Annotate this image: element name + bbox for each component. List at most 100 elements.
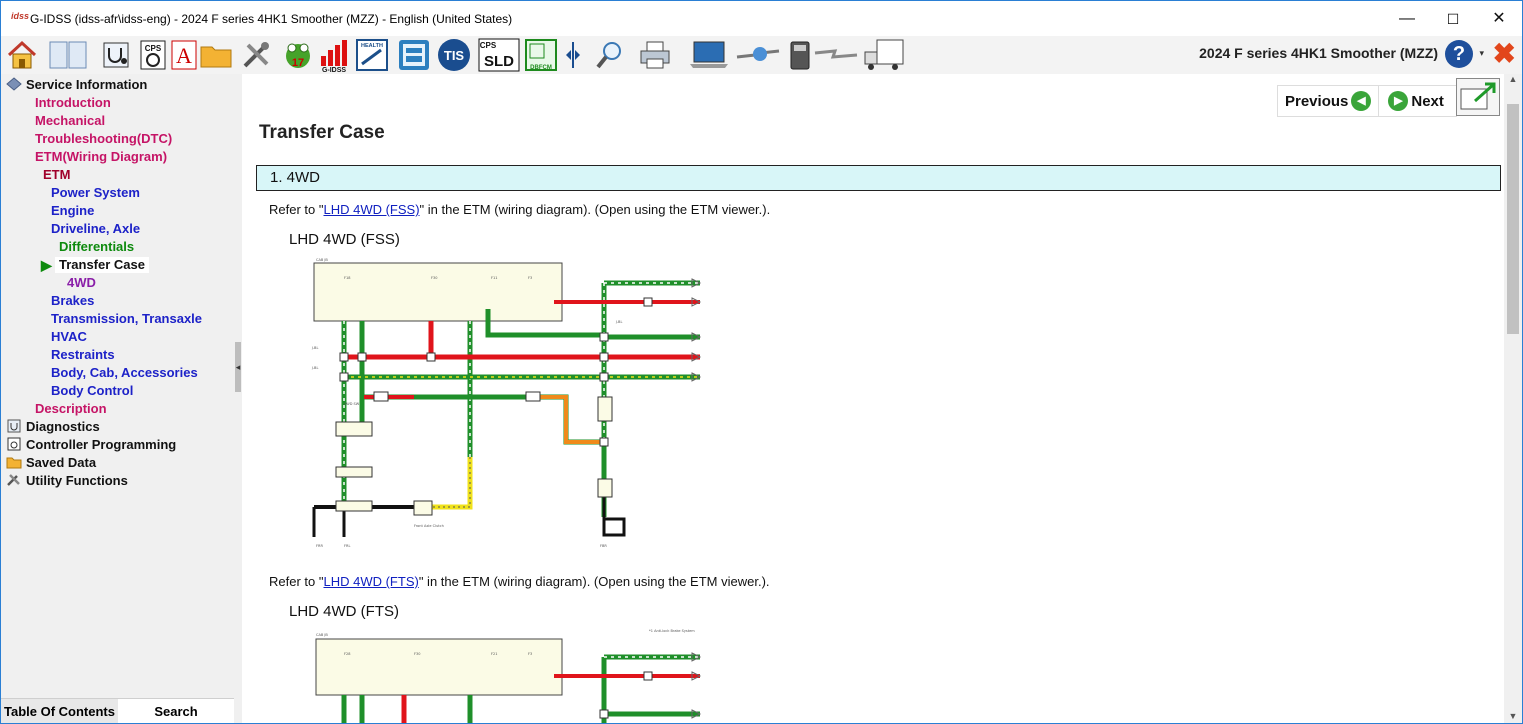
tree-item-transfer-case[interactable]: Transfer Case bbox=[55, 257, 149, 273]
title-bar: idss G-IDSS (idss-afr\idss-eng) - 2024 F… bbox=[1, 1, 1522, 36]
svg-text:CPS: CPS bbox=[145, 44, 162, 53]
window-close-button[interactable]: ✕ bbox=[1476, 5, 1522, 33]
magnifier-icon[interactable] bbox=[593, 38, 627, 72]
tree-item-4wd[interactable]: 4WD bbox=[67, 275, 96, 291]
wrench-icon bbox=[7, 474, 20, 486]
tree-item-transmission-transaxle[interactable]: Transmission, Transaxle bbox=[51, 311, 202, 327]
book-icon[interactable] bbox=[47, 38, 89, 72]
tree-item-controller-programming[interactable]: Controller Programming bbox=[6, 437, 176, 453]
collapse-sidebar-icon[interactable]: ◂ bbox=[235, 342, 241, 392]
open-external-icon bbox=[1460, 82, 1496, 110]
pane-splitter[interactable]: ◂ bbox=[234, 74, 242, 723]
reference-text-2: Refer to "LHD 4WD (FTS)" in the ETM (wir… bbox=[269, 574, 770, 589]
lightning-icon[interactable] bbox=[813, 38, 859, 72]
tools-icon[interactable] bbox=[239, 38, 273, 72]
wiring-diagram-fss[interactable]: CAB JB*1 Market/model specific F18F30F11… bbox=[304, 257, 704, 552]
truck-icon[interactable] bbox=[863, 38, 905, 72]
tree-item-mechanical[interactable]: Mechanical bbox=[35, 113, 105, 129]
laptop-icon[interactable] bbox=[687, 38, 731, 72]
svg-text:J-BL: J-BL bbox=[311, 366, 318, 370]
cps-sld-icon[interactable]: CPS SLD bbox=[478, 38, 520, 72]
arrow-left-icon: ◀ bbox=[1351, 91, 1372, 111]
dbfcm-icon[interactable]: DBFCM bbox=[524, 38, 558, 72]
svg-text:FRR: FRR bbox=[316, 544, 323, 548]
scroll-up-icon[interactable]: ▲ bbox=[1504, 74, 1522, 88]
window-title: G-IDSS (idss-afr\idss-eng) - 2024 F seri… bbox=[30, 12, 513, 26]
svg-text:F28: F28 bbox=[344, 652, 350, 656]
svg-text:TIS: TIS bbox=[444, 48, 465, 63]
open-external-button[interactable] bbox=[1456, 78, 1500, 116]
tree-item-body-control[interactable]: Body Control bbox=[51, 383, 133, 399]
tree-item-service-information[interactable]: Service Information bbox=[6, 77, 147, 93]
help-icon[interactable]: ? bbox=[1445, 40, 1473, 68]
device-icon[interactable] bbox=[783, 38, 817, 72]
svg-text:DBFCM: DBFCM bbox=[530, 65, 552, 71]
tree-item-differentials[interactable]: Differentials bbox=[59, 239, 134, 255]
app-close-icon[interactable]: ✖ bbox=[1493, 39, 1516, 69]
tree-item-saved-data[interactable]: Saved Data bbox=[6, 455, 96, 471]
tree-item-restraints[interactable]: Restraints bbox=[51, 347, 115, 363]
network-icon[interactable] bbox=[735, 38, 781, 72]
scroll-down-icon[interactable]: ▼ bbox=[1504, 711, 1522, 723]
tree-item-description[interactable]: Description bbox=[35, 401, 107, 417]
svg-text:F11: F11 bbox=[491, 276, 497, 280]
tree-item-introduction[interactable]: Introduction bbox=[35, 95, 111, 111]
diagnostics-icon bbox=[7, 419, 21, 433]
tree-item-diagnostics[interactable]: Diagnostics bbox=[6, 419, 100, 435]
scroll-thumb[interactable] bbox=[1507, 104, 1519, 334]
svg-text:CPS: CPS bbox=[480, 41, 497, 50]
tree-item-power-system[interactable]: Power System bbox=[51, 185, 140, 201]
tree-item-etm-wiring-diagram[interactable]: ETM(Wiring Diagram) bbox=[35, 149, 167, 165]
app-logo-icon: idss bbox=[11, 11, 30, 21]
previous-button[interactable]: Previous ◀ bbox=[1278, 86, 1380, 116]
selected-marker-icon: ▶ bbox=[41, 257, 52, 273]
etm-link-fts[interactable]: LHD 4WD (FTS) bbox=[323, 574, 418, 589]
tree-item-driveline-axle[interactable]: Driveline, Axle bbox=[51, 221, 140, 237]
controller-icon bbox=[7, 437, 21, 451]
svg-text:F3: F3 bbox=[528, 652, 532, 656]
etm-link-fss[interactable]: LHD 4WD (FSS) bbox=[323, 202, 419, 217]
content-scrollbar[interactable]: ▲ ▼ bbox=[1504, 74, 1522, 723]
diagram-title-2: LHD 4WD (FTS) bbox=[289, 603, 399, 620]
vehicle-title: 2024 F series 4HK1 Smoother (MZZ) bbox=[1199, 45, 1438, 61]
tree-item-engine[interactable]: Engine bbox=[51, 203, 94, 219]
tree-item-body-cab-accessories[interactable]: Body, Cab, Accessories bbox=[51, 365, 198, 381]
svg-text:FRL: FRL bbox=[344, 544, 350, 548]
svg-text:G-IDSS: G-IDSS bbox=[322, 67, 346, 72]
frog-icon[interactable]: 17 bbox=[281, 38, 315, 72]
cps-icon[interactable]: CPS bbox=[136, 38, 170, 72]
tree-item-hvac[interactable]: HVAC bbox=[51, 329, 87, 345]
arrow-right-icon: ▶ bbox=[1388, 91, 1409, 111]
tree-item-brakes[interactable]: Brakes bbox=[51, 293, 94, 309]
diagram-title: LHD 4WD (FSS) bbox=[289, 231, 400, 248]
content-pane: Previous ◀ ▶ Next Transfer Case 1. 4WD R… bbox=[242, 74, 1504, 724]
wiring-diagram-fts[interactable]: CAB JB *1 Anti-lock Brake System F28 F30 F2… bbox=[304, 627, 704, 724]
folder-icon[interactable] bbox=[199, 38, 233, 72]
split-icon[interactable] bbox=[561, 38, 585, 72]
svg-text:FBR: FBR bbox=[600, 544, 607, 548]
tree-item-etm[interactable]: ETM bbox=[43, 167, 70, 183]
tis-icon[interactable]: TIS bbox=[437, 38, 471, 72]
svg-text:*1 Anti-lock Brake System: *1 Anti-lock Brake System bbox=[649, 629, 695, 633]
printer-icon[interactable] bbox=[638, 38, 672, 72]
toolbar: CPS A 17 G-IDSS HEALTH TIS CPS SLD DBFCM… bbox=[1, 36, 1522, 75]
calculator-icon[interactable] bbox=[397, 38, 431, 72]
next-button[interactable]: ▶ Next bbox=[1379, 86, 1448, 116]
tab-search[interactable]: Search bbox=[118, 699, 234, 723]
tree-item-troubleshooting[interactable]: Troubleshooting(DTC) bbox=[35, 131, 172, 147]
svg-text:F30: F30 bbox=[431, 276, 437, 280]
tab-table-of-contents[interactable]: Table Of Contents bbox=[1, 699, 118, 723]
maximize-button[interactable]: ☐ bbox=[1430, 5, 1476, 33]
gidss-chart-icon[interactable]: G-IDSS bbox=[317, 38, 351, 72]
minimize-button[interactable]: — bbox=[1384, 5, 1430, 33]
health-report-icon[interactable]: HEALTH bbox=[355, 38, 389, 72]
help-dropdown-icon[interactable]: ▾ bbox=[1479, 48, 1484, 59]
page-navigation: Previous ◀ ▶ Next bbox=[1277, 85, 1457, 117]
app-window: idss G-IDSS (idss-afr\idss-eng) - 2024 F… bbox=[0, 0, 1523, 724]
tree-item-utility-functions[interactable]: Utility Functions bbox=[6, 473, 128, 489]
svg-text:17: 17 bbox=[292, 57, 304, 69]
home-icon[interactable] bbox=[5, 38, 39, 72]
stethoscope-icon[interactable] bbox=[99, 38, 133, 72]
svg-text:Front Axle Clutch: Front Axle Clutch bbox=[414, 524, 444, 528]
font-a-icon[interactable]: A bbox=[167, 38, 201, 72]
